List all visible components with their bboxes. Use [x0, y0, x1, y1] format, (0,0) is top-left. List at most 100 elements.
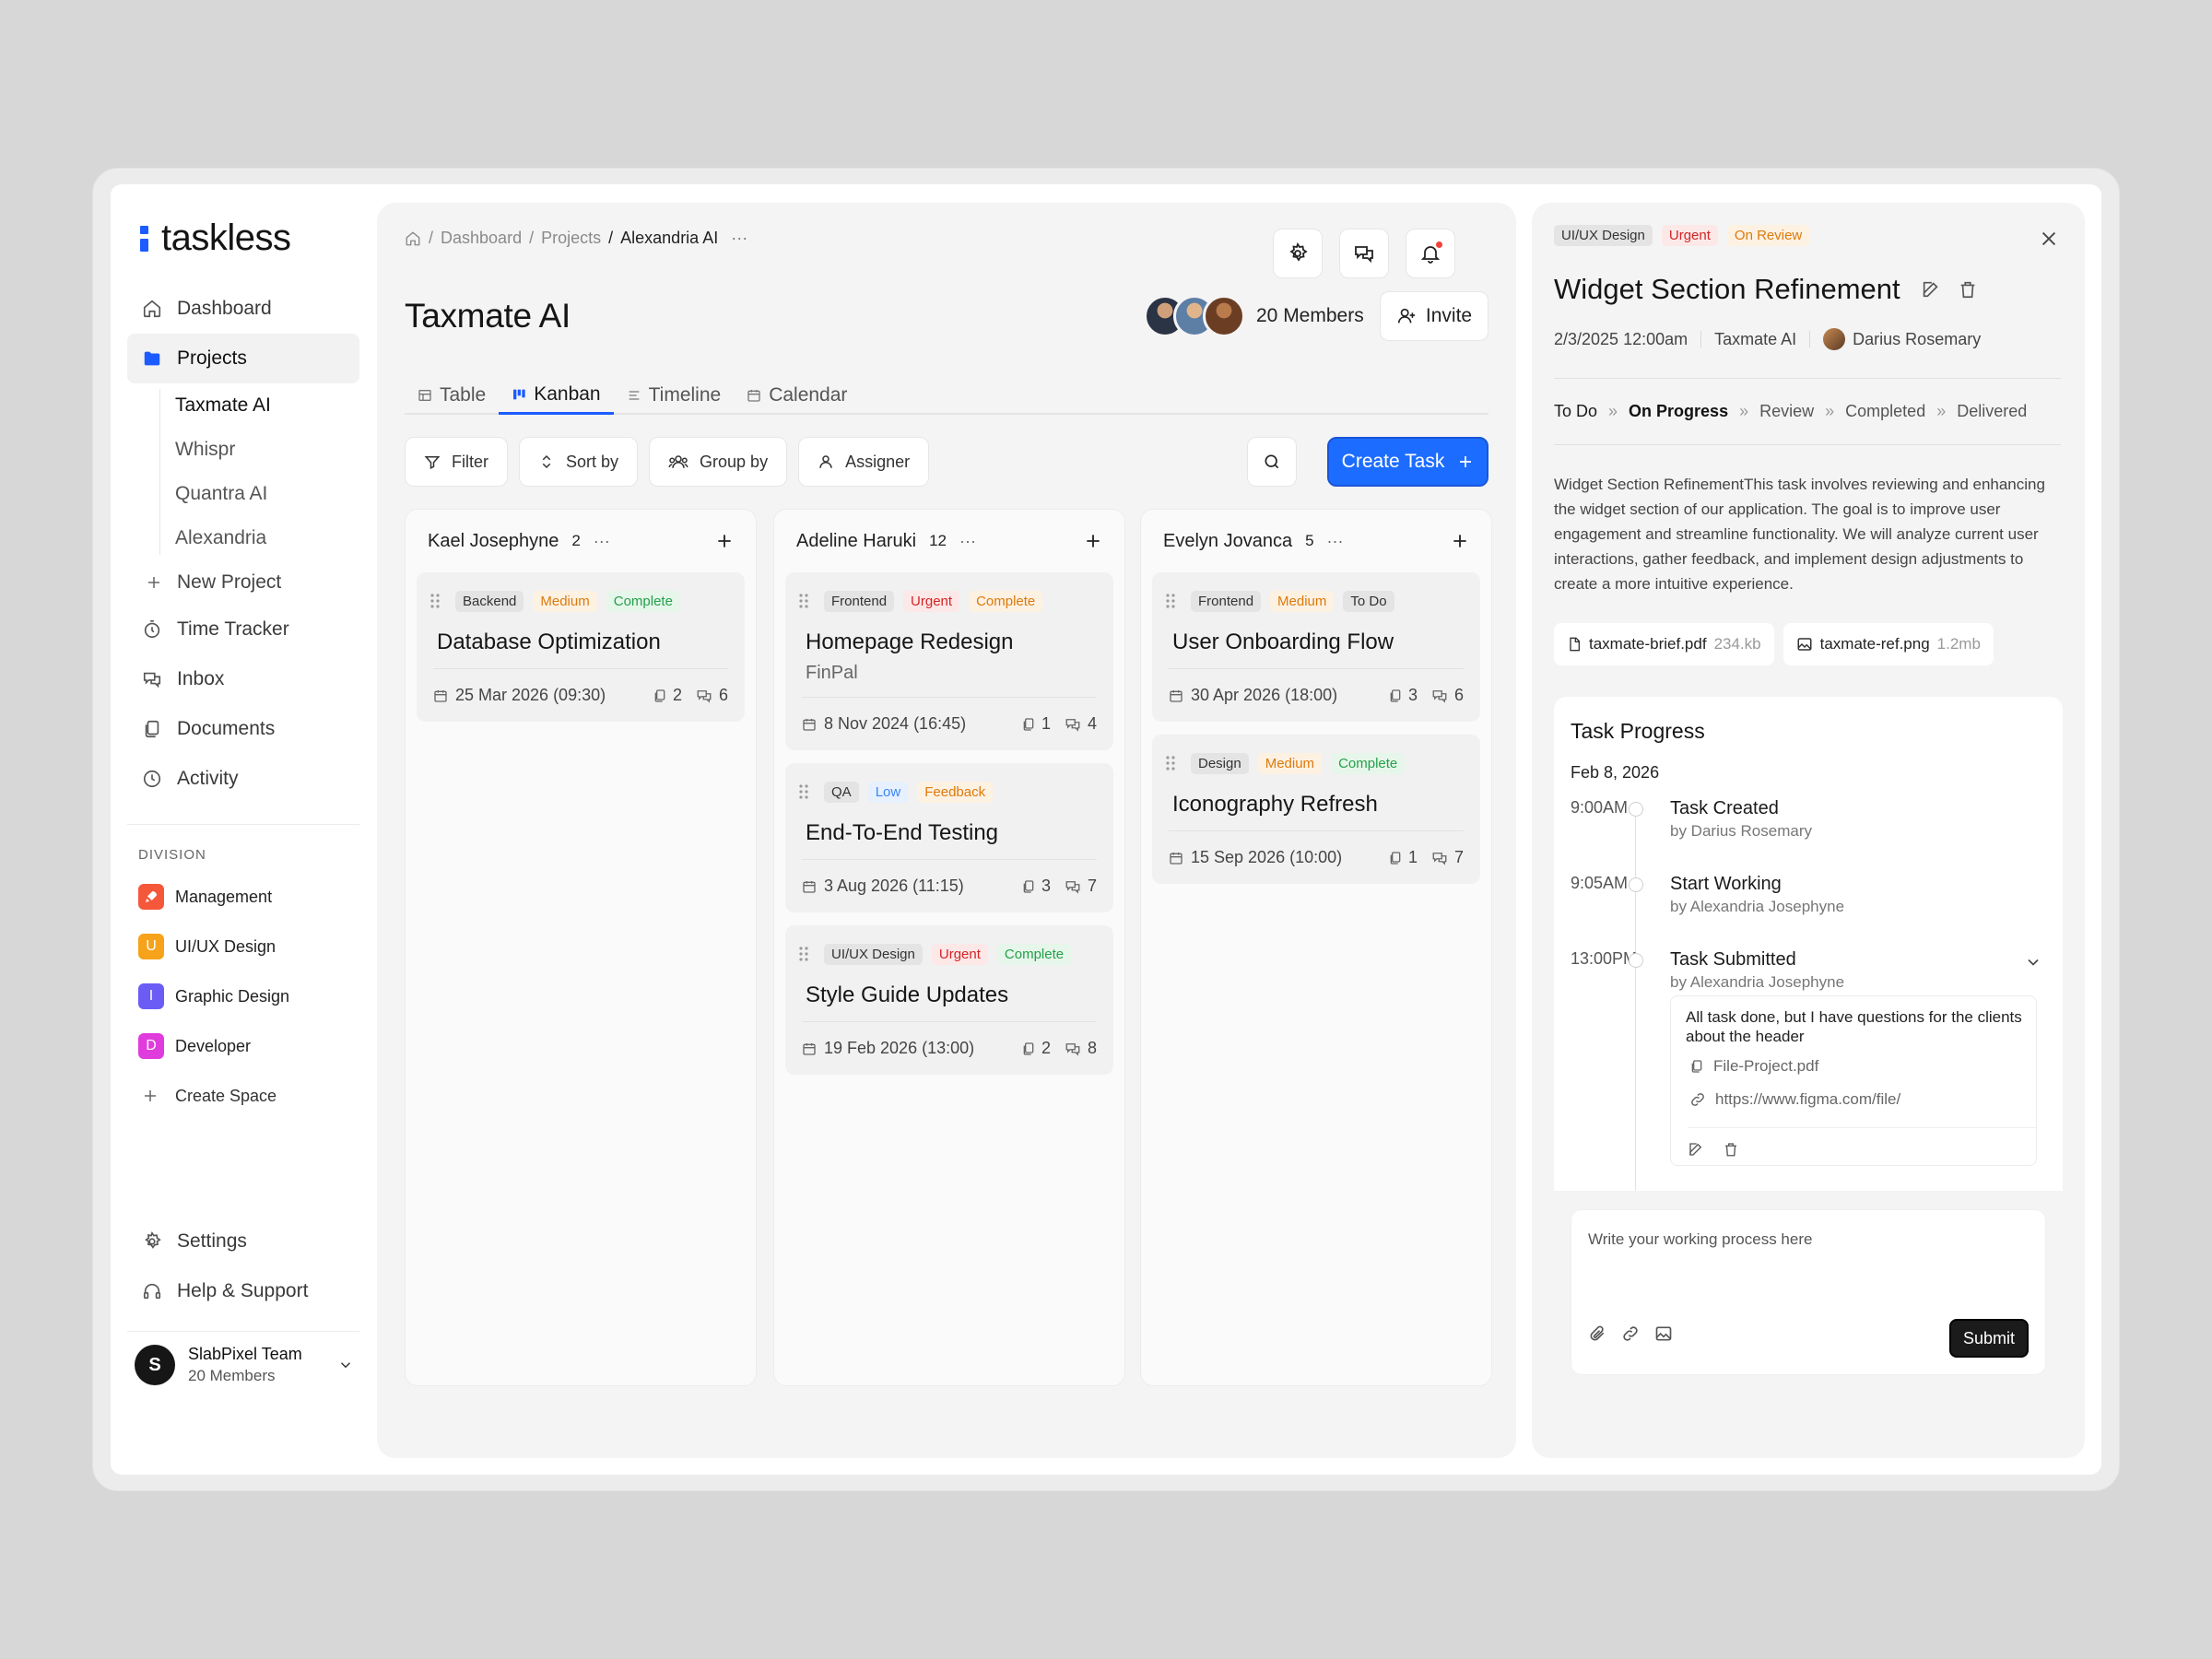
step-delivered[interactable]: Delivered	[1957, 402, 2027, 421]
step-todo[interactable]: To Do	[1554, 402, 1597, 421]
team-switcher[interactable]: S SlabPixel Team 20 Members	[127, 1331, 359, 1385]
task-card[interactable]: Design Medium Complete Iconography Refresh…	[1152, 735, 1480, 884]
sidebar-item-inbox[interactable]: Inbox	[127, 654, 359, 704]
drag-handle-icon[interactable]	[798, 593, 809, 609]
trash-icon[interactable]	[1958, 279, 1978, 300]
view-tabs: Table Kanban Timeline Calendar	[405, 376, 1488, 415]
invite-button[interactable]: Invite	[1380, 291, 1488, 341]
create-space-button[interactable]: Create Space	[127, 1071, 359, 1121]
breadcrumb-dashboard[interactable]: Dashboard	[441, 229, 522, 248]
more-icon[interactable]: ···	[594, 532, 610, 551]
project-members[interactable]: 20 Members	[1144, 295, 1364, 337]
avatar	[1203, 295, 1245, 337]
event-time: 9:05AM	[1571, 874, 1629, 892]
project-item-quantra[interactable]: Quantra AI	[175, 472, 359, 516]
file-count: 3	[1407, 686, 1418, 704]
task-card[interactable]: Frontend Urgent Complete Homepage Redesign…	[785, 572, 1113, 750]
division-item-management[interactable]: Management	[127, 872, 359, 922]
project-item-whispr[interactable]: Whispr	[175, 428, 359, 472]
drag-handle-icon[interactable]	[1165, 755, 1176, 771]
link-icon[interactable]	[1621, 1324, 1640, 1343]
tab-timeline[interactable]: Timeline	[614, 376, 735, 415]
create-task-button[interactable]: Create Task	[1327, 437, 1488, 487]
chevron-down-icon[interactable]	[2024, 953, 2042, 971]
sidebar-item-settings[interactable]: Settings	[127, 1217, 359, 1266]
filter-button[interactable]: Filter	[405, 437, 508, 487]
messages-button[interactable]	[1339, 229, 1389, 278]
sort-button[interactable]: Sort by	[519, 437, 639, 487]
app-logo[interactable]: taskless	[140, 218, 291, 259]
sidebar-item-documents[interactable]: Documents	[127, 704, 359, 754]
status-stepper: To Do » On Progress » Review » Completed…	[1554, 402, 2028, 421]
division-item-developer[interactable]: D Developer	[127, 1021, 359, 1071]
rocket-icon	[138, 884, 164, 910]
sidebar-item-projects[interactable]: Projects	[127, 334, 359, 383]
edit-icon[interactable]	[1921, 279, 1941, 300]
new-project-button[interactable]: New Project	[127, 560, 359, 605]
add-card-icon[interactable]	[1084, 532, 1102, 550]
notifications-button[interactable]	[1406, 229, 1455, 278]
timeline-dot	[1629, 953, 1643, 968]
sidebar-item-dashboard[interactable]: Dashboard	[127, 284, 359, 334]
sidebar-item-label: Help & Support	[177, 1280, 309, 1301]
card-meta: 19 Feb 2026 (13:00) 2 8	[802, 1021, 1097, 1058]
add-card-icon[interactable]	[715, 532, 734, 550]
note-file[interactable]: File-Project.pdf	[1689, 1057, 1818, 1076]
drag-handle-icon[interactable]	[1165, 593, 1176, 609]
kanban-column: Evelyn Jovanca 5 ··· Frontend Medium To Do…	[1140, 509, 1492, 1386]
step-review[interactable]: Review	[1759, 402, 1814, 421]
logo-mark-icon	[140, 225, 148, 252]
home-icon[interactable]	[405, 230, 421, 247]
calendar-icon	[1169, 688, 1183, 703]
attachment-file[interactable]: taxmate-brief.pdf 234.kb	[1554, 623, 1774, 665]
sidebar-item-time-tracker[interactable]: Time Tracker	[127, 605, 359, 654]
event-author: by Darius Rosemary	[1670, 822, 1812, 840]
step-on-progress[interactable]: On Progress	[1629, 402, 1728, 421]
group-by-button[interactable]: Group by	[649, 437, 788, 487]
search-button[interactable]	[1247, 437, 1297, 487]
attachment-size: 1.2mb	[1936, 635, 1981, 653]
tab-calendar[interactable]: Calendar	[734, 376, 860, 415]
division-letter-icon: D	[138, 1033, 164, 1059]
tag-badge: Medium	[533, 590, 597, 612]
sidebar-item-help[interactable]: Help & Support	[127, 1266, 359, 1316]
task-card[interactable]: QA Low Feedback End-To-End Testing 3 Aug 2…	[785, 763, 1113, 912]
drag-handle-icon[interactable]	[429, 593, 441, 609]
division-item-uiux[interactable]: U UI/UX Design	[127, 922, 359, 971]
task-card[interactable]: Backend Medium Complete Database Optimizat…	[417, 572, 745, 722]
more-icon[interactable]: ···	[959, 532, 976, 551]
division-item-graphic-design[interactable]: I Graphic Design	[127, 971, 359, 1021]
composer-input[interactable]: Write your working process here	[1588, 1230, 1812, 1249]
sidebar-item-activity[interactable]: Activity	[127, 754, 359, 804]
more-icon[interactable]: ···	[731, 229, 747, 248]
edit-icon[interactable]	[1688, 1141, 1704, 1158]
attachment-name: taxmate-ref.png	[1819, 635, 1930, 653]
divider	[127, 824, 359, 825]
project-item-taxmate[interactable]: Taxmate AI	[175, 383, 359, 428]
tab-kanban[interactable]: Kanban	[499, 376, 614, 415]
drag-handle-icon[interactable]	[798, 783, 809, 800]
division-label: Management	[175, 887, 273, 906]
breadcrumb-projects[interactable]: Projects	[541, 229, 601, 248]
task-card[interactable]: UI/UX Design Urgent Complete Style Guide U…	[785, 925, 1113, 1075]
task-card[interactable]: Frontend Medium To Do User Onboarding Flow…	[1152, 572, 1480, 722]
attachment-file[interactable]: taxmate-ref.png 1.2mb	[1783, 623, 1994, 665]
assigner-button[interactable]: Assigner	[798, 437, 930, 487]
drag-handle-icon[interactable]	[798, 946, 809, 962]
column-header: Adeline Haruki 12 ···	[774, 510, 1124, 572]
note-link[interactable]: https://www.figma.com/file/	[1689, 1090, 1900, 1109]
image-icon[interactable]	[1654, 1324, 1673, 1343]
paperclip-icon[interactable]	[1588, 1324, 1606, 1343]
step-completed[interactable]: Completed	[1845, 402, 1925, 421]
tab-table[interactable]: Table	[405, 376, 499, 415]
card-meta: 30 Apr 2026 (18:00) 3 6	[1169, 668, 1464, 705]
project-item-alexandria[interactable]: Alexandria	[175, 516, 359, 560]
close-icon[interactable]	[2039, 229, 2059, 249]
comment-count: 7	[1087, 877, 1097, 895]
trash-icon[interactable]	[1723, 1141, 1739, 1158]
more-icon[interactable]: ···	[1327, 532, 1344, 551]
add-card-icon[interactable]	[1451, 532, 1469, 550]
settings-button[interactable]	[1273, 229, 1323, 278]
submit-button[interactable]: Submit	[1949, 1319, 2029, 1358]
division-letter-icon: U	[138, 934, 164, 959]
